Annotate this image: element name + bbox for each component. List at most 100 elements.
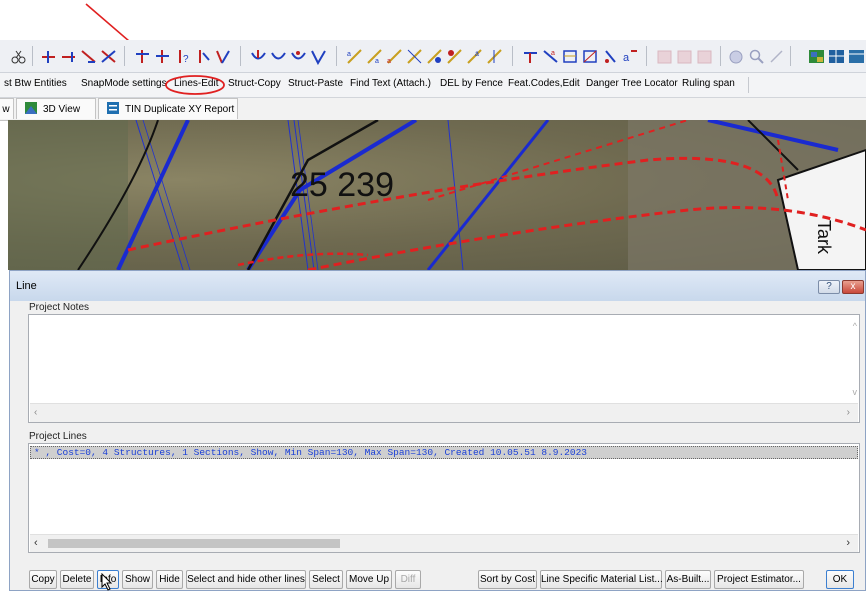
close-button[interactable]: x [842, 280, 864, 294]
lines-scroll-left-icon[interactable]: ‹ [34, 537, 38, 549]
project-notes-label: Project Notes [29, 302, 90, 313]
span-tool-1-icon[interactable]: a [346, 48, 363, 65]
zoom-icon[interactable] [748, 48, 765, 65]
scroll-right-icon[interactable]: › [847, 407, 850, 418]
line-dialog: Line ? x Project Notes ‹ › ^ v Project L… [9, 270, 866, 591]
line-tool-2-icon[interactable] [60, 48, 77, 65]
span-tool-7-icon[interactable]: ä [466, 48, 483, 65]
disabled-tool-3-icon[interactable] [696, 48, 713, 65]
dialog-titlebar[interactable]: Line ? x [10, 271, 865, 301]
structure-tool-1-icon[interactable] [134, 48, 151, 65]
lines-scroll-thumb[interactable] [48, 539, 340, 548]
tab-tin-duplicate-report[interactable]: TIN Duplicate XY Report [98, 98, 238, 119]
ok-button[interactable]: OK [826, 570, 854, 589]
scroll-left-icon[interactable]: ‹ [34, 407, 37, 418]
tab-tin-duplicate-report-label: TIN Duplicate XY Report [125, 104, 235, 115]
diff-button[interactable]: Diff [395, 570, 421, 589]
span-tool-3-icon[interactable]: a [386, 48, 403, 65]
grid-view-icon[interactable] [828, 48, 845, 65]
cmd-ruling-span[interactable]: Ruling span [682, 78, 735, 89]
top-strip [0, 0, 866, 40]
section-tool-2-icon[interactable]: a [542, 48, 559, 65]
section-tool-6-icon[interactable]: a [622, 48, 639, 65]
map-canvas[interactable]: 25 239 Tark [8, 120, 866, 270]
pin-icon[interactable] [768, 48, 785, 65]
lines-horizontal-scrollbar[interactable]: ‹ › [30, 534, 858, 552]
sort-by-cost-button[interactable]: Sort by Cost [478, 570, 537, 589]
move-up-button[interactable]: Move Up [346, 570, 392, 589]
show-button[interactable]: Show [122, 570, 153, 589]
line-tool-3-icon[interactable] [80, 48, 97, 65]
span-tool-6-icon[interactable] [446, 48, 463, 65]
guy-tool-4-icon[interactable] [310, 48, 327, 65]
span-tool-5-icon[interactable] [426, 48, 443, 65]
material-list-button[interactable]: Line Specific Material List... [540, 570, 663, 589]
project-line-text: * , Cost=0, 4 Structures, 1 Sections, Sh… [34, 447, 587, 458]
span-tool-4-icon[interactable] [406, 48, 423, 65]
span-tool-2-icon[interactable]: a [366, 48, 383, 65]
project-estimator-button[interactable]: Project Estimator... [714, 570, 804, 589]
help-button[interactable]: ? [818, 280, 840, 294]
dialog-title: Line [16, 280, 37, 292]
structure-tool-2-icon[interactable] [154, 48, 171, 65]
guy-tool-3-icon[interactable] [290, 48, 307, 65]
scissors-icon[interactable] [10, 48, 27, 65]
select-hide-other-button[interactable]: Select and hide other lines [186, 570, 306, 589]
disabled-tool-2-icon[interactable] [676, 48, 693, 65]
structure-tool-4-icon[interactable] [194, 48, 211, 65]
section-tool-5-icon[interactable] [602, 48, 619, 65]
copy-button[interactable]: Copy [29, 570, 57, 589]
cmd-danger-tree-locator[interactable]: Danger Tree Locator [586, 78, 678, 89]
table-view-icon[interactable] [848, 48, 865, 65]
tab-3d-view-label: 3D View [43, 104, 81, 115]
structure-tool-3-icon[interactable]: ? [174, 48, 191, 65]
svg-text:a: a [623, 52, 630, 64]
lines-scroll-right-icon[interactable]: › [846, 537, 850, 549]
svg-text:a: a [551, 50, 555, 57]
svg-text:ä: ä [475, 51, 479, 58]
section-tool-3-icon[interactable] [562, 48, 579, 65]
as-built-button[interactable]: As-Built... [665, 570, 711, 589]
cmd-struct-paste[interactable]: Struct-Paste [288, 78, 343, 89]
select-button[interactable]: Select [309, 570, 343, 589]
scroll-up-icon[interactable]: ^ [853, 321, 857, 331]
line-tool-4-icon[interactable] [100, 48, 117, 65]
globe-icon[interactable] [728, 48, 745, 65]
guy-tool-1-icon[interactable] [250, 48, 267, 65]
section-tool-1-icon[interactable] [522, 48, 539, 65]
project-line-row[interactable]: * , Cost=0, 4 Structures, 1 Sections, Sh… [30, 446, 858, 459]
report-icon [107, 102, 119, 114]
line-tool-1-icon[interactable] [40, 48, 57, 65]
svg-text:a: a [347, 51, 351, 58]
3d-view-icon [25, 102, 37, 114]
map-label-main: 25 239 [290, 166, 394, 204]
svg-text:?: ? [183, 54, 189, 65]
span-tool-8-icon[interactable] [486, 48, 503, 65]
svg-text:a: a [387, 58, 391, 65]
cmd-dist-btw-entities[interactable]: st Btw Entities [4, 78, 67, 89]
section-tool-4-icon[interactable] [582, 48, 599, 65]
hide-button[interactable]: Hide [156, 570, 183, 589]
notes-horizontal-scrollbar[interactable]: ‹ › [30, 403, 858, 422]
delete-button[interactable]: Delete [60, 570, 94, 589]
cmd-struct-copy[interactable]: Struct-Copy [228, 78, 281, 89]
cmd-feat-codes-edit[interactable]: Feat.Codes,Edit [508, 78, 580, 89]
project-lines-label: Project Lines [29, 431, 87, 442]
map-view-icon[interactable] [808, 48, 825, 65]
tab-previous-label: w [2, 104, 10, 115]
project-notes-textarea[interactable]: ‹ › ^ v [28, 314, 860, 423]
cmd-del-by-fence[interactable]: DEL by Fence [440, 78, 503, 89]
disabled-tool-1-icon[interactable] [656, 48, 673, 65]
mouse-cursor-icon [101, 573, 113, 591]
tab-previous[interactable]: w [0, 98, 14, 119]
scroll-down-icon[interactable]: v [853, 387, 858, 397]
project-lines-list[interactable]: * , Cost=0, 4 Structures, 1 Sections, Sh… [28, 443, 860, 553]
cmd-find-text[interactable]: Find Text (Attach.) [350, 78, 431, 89]
red-circle-highlight [165, 75, 225, 95]
tab-3d-view[interactable]: 3D View [16, 98, 96, 119]
guy-tool-2-icon[interactable] [270, 48, 287, 65]
view-tab-bar: w 3D View TIN Duplicate XY Report [0, 98, 866, 121]
cmd-snapmode-settings[interactable]: SnapMode settings [81, 78, 167, 89]
structure-tool-5-icon[interactable] [214, 48, 231, 65]
map-label-side: Tark [814, 220, 834, 255]
